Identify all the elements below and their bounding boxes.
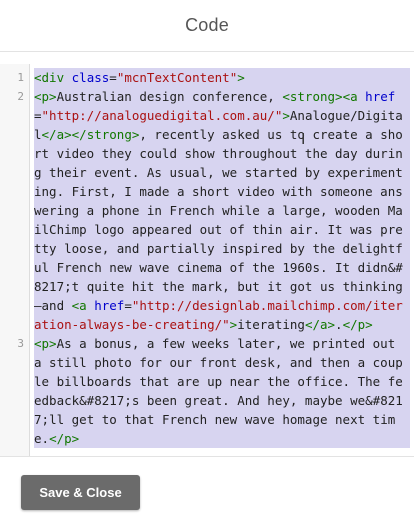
modal-title: Code — [185, 15, 229, 35]
code-token-txt: iterating — [237, 317, 305, 332]
text-cursor-icon: I — [301, 130, 306, 148]
code-token-str: "http://analoguedigital.com.au/" — [41, 108, 283, 123]
modal-header: Code — [0, 0, 414, 52]
code-token-txt: = — [34, 108, 42, 123]
code-line[interactable]: 1 <div class="mcnTextContent"> — [0, 68, 414, 87]
code-token-tag: <strong> — [282, 89, 343, 104]
code-modal: Code 1 <div class="mcnTextContent"> 2 <p>Au… — [0, 0, 414, 517]
code-line-text[interactable]: <p>As a bonus, a few weeks later, we pri… — [34, 334, 410, 448]
line-number: 1 — [17, 71, 24, 84]
code-token-tag: <a — [342, 89, 358, 104]
code-token-txt: s been great. And hey, maybe we — [131, 393, 366, 408]
code-token-txt: = — [109, 70, 117, 85]
code-token-str: "mcnTextContent" — [116, 70, 238, 85]
line-number: 3 — [17, 337, 24, 350]
code-token-tag: </a> — [41, 127, 72, 142]
code-token-txt: Australian design conference, — [56, 89, 283, 104]
code-token-attr: class — [71, 70, 110, 85]
code-token-tag: <p> — [34, 89, 57, 104]
code-token-tag: </p> — [342, 317, 373, 332]
code-token-tag: > — [237, 70, 245, 85]
code-token-tag: <div — [34, 70, 65, 85]
code-editor[interactable]: 1 <div class="mcnTextContent"> 2 <p>Austral… — [0, 64, 414, 456]
code-content[interactable]: 1 <div class="mcnTextContent"> 2 <p>Austral… — [0, 68, 414, 448]
code-token-attr: href — [365, 89, 396, 104]
code-token-txt: . — [335, 317, 343, 332]
code-line[interactable]: 2 <p>Australian design conference, <stron… — [0, 87, 414, 334]
code-token-txt: ll get to that French new wave homage ne… — [34, 412, 396, 446]
save-close-button[interactable]: Save & Close — [21, 475, 140, 510]
modal-footer: Save & Close — [0, 456, 414, 517]
code-token-tag: </p> — [49, 431, 80, 446]
code-token-ent: &#8217; — [79, 393, 132, 408]
code-line-text[interactable]: <p>Australian design conference, <strong… — [34, 87, 410, 334]
code-token-tag: > — [282, 108, 290, 123]
code-token-txt: = — [124, 298, 132, 313]
code-token-txt: , recently asked us to create a short vi… — [34, 127, 403, 275]
code-token-tag: </a> — [304, 317, 336, 332]
code-token-tag: <p> — [34, 336, 57, 351]
code-token-tag: </strong> — [71, 127, 140, 142]
line-number: 2 — [17, 90, 24, 103]
code-token-attr: href — [94, 298, 125, 313]
code-line[interactable]: 3 <p>As a bonus, a few weeks later, we pr… — [0, 334, 414, 448]
code-token-tag: <a — [71, 298, 87, 313]
code-line-text[interactable]: <div class="mcnTextContent"> — [34, 68, 410, 87]
